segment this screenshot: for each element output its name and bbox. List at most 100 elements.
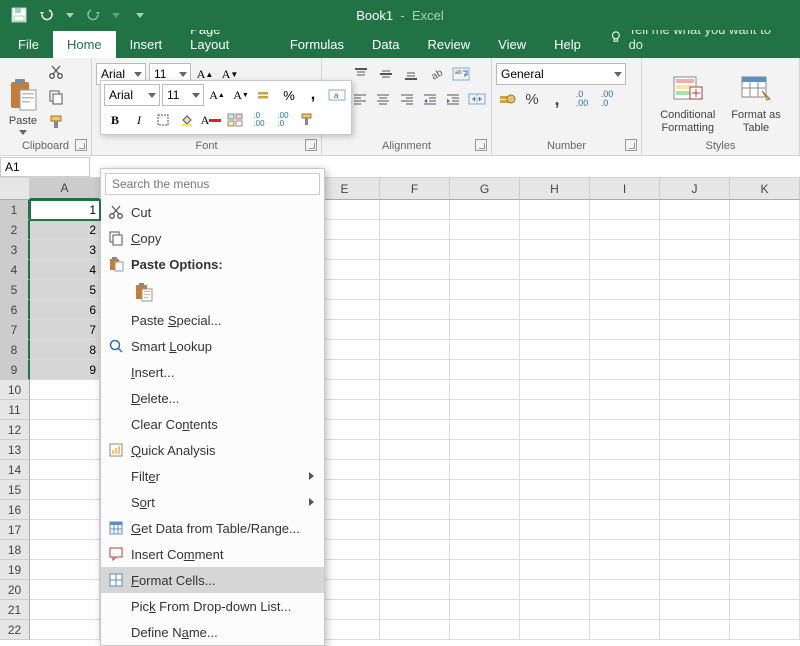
cell-K3[interactable] [730,240,800,260]
cell-I2[interactable] [590,220,660,240]
cell-F10[interactable] [380,380,450,400]
ctx-format-cells[interactable]: Format Cells... [101,567,324,593]
cell-A11[interactable] [30,400,100,420]
col-header-F[interactable]: F [380,178,450,200]
tab-insert[interactable]: Insert [116,31,177,58]
cell-I11[interactable] [590,400,660,420]
cell-F5[interactable] [380,280,450,300]
align-middle-button[interactable] [375,63,397,85]
cell-J12[interactable] [660,420,730,440]
cell-F16[interactable] [380,500,450,520]
cell-J18[interactable] [660,540,730,560]
cell-H22[interactable] [520,620,590,640]
cell-F4[interactable] [380,260,450,280]
ctx-copy[interactable]: Copy [101,225,324,251]
ctx-insert[interactable]: Insert... [101,359,324,385]
mini-font-color[interactable]: A [200,109,222,131]
cell-G21[interactable] [450,600,520,620]
cell-K11[interactable] [730,400,800,420]
cell-F6[interactable] [380,300,450,320]
cell-I3[interactable] [590,240,660,260]
cell-J8[interactable] [660,340,730,360]
cell-K19[interactable] [730,560,800,580]
col-header-K[interactable]: K [730,178,800,200]
wrap-text-button[interactable]: ab [450,63,472,85]
mini-cell-styles[interactable] [224,109,246,131]
cell-I22[interactable] [590,620,660,640]
cell-F1[interactable] [380,200,450,220]
cell-H21[interactable] [520,600,590,620]
cell-J5[interactable] [660,280,730,300]
cell-A2[interactable]: 2 [30,220,100,240]
cell-J11[interactable] [660,400,730,420]
alignment-dialog-launcher[interactable] [475,139,487,151]
mini-percent[interactable]: % [278,84,300,106]
percent-format-button[interactable]: % [521,88,543,110]
row-header-22[interactable]: 22 [0,620,30,640]
cell-K1[interactable] [730,200,800,220]
cell-K12[interactable] [730,420,800,440]
cell-I16[interactable] [590,500,660,520]
cell-A13[interactable] [30,440,100,460]
cell-I7[interactable] [590,320,660,340]
align-top-button[interactable] [350,63,372,85]
row-header-11[interactable]: 11 [0,400,30,420]
row-header-10[interactable]: 10 [0,380,30,400]
cell-A7[interactable]: 7 [30,320,100,340]
cell-G6[interactable] [450,300,520,320]
ctx-paste-default[interactable] [131,279,157,305]
cell-J9[interactable] [660,360,730,380]
cell-A1[interactable]: 1 [30,200,100,220]
cell-G17[interactable] [450,520,520,540]
orientation-button[interactable]: ab [425,63,447,85]
row-header-20[interactable]: 20 [0,580,30,600]
row-header-9[interactable]: 9 [0,360,30,380]
cell-G20[interactable] [450,580,520,600]
cell-H2[interactable] [520,220,590,240]
cell-J1[interactable] [660,200,730,220]
cell-H19[interactable] [520,560,590,580]
cell-A8[interactable]: 8 [30,340,100,360]
cell-A3[interactable]: 3 [30,240,100,260]
cell-G9[interactable] [450,360,520,380]
mini-fill-color[interactable] [176,109,198,131]
cell-G1[interactable] [450,200,520,220]
cell-F3[interactable] [380,240,450,260]
ctx-delete[interactable]: Delete... [101,385,324,411]
mini-accounting[interactable] [254,84,276,106]
cell-K13[interactable] [730,440,800,460]
cell-I21[interactable] [590,600,660,620]
ctx-quick-analysis[interactable]: Quick Analysis [101,437,324,463]
cell-J15[interactable] [660,480,730,500]
cell-A16[interactable] [30,500,100,520]
row-header-4[interactable]: 4 [0,260,30,280]
mini-font-name[interactable]: Arial [104,84,160,106]
cell-A9[interactable]: 9 [30,360,100,380]
cell-I13[interactable] [590,440,660,460]
cell-K21[interactable] [730,600,800,620]
copy-button[interactable] [45,86,67,108]
cell-K6[interactable] [730,300,800,320]
mini-bold[interactable]: B [104,109,126,131]
cell-A5[interactable]: 5 [30,280,100,300]
cell-G22[interactable] [450,620,520,640]
cell-H10[interactable] [520,380,590,400]
accounting-format-button[interactable] [496,88,518,110]
cell-H16[interactable] [520,500,590,520]
cell-K4[interactable] [730,260,800,280]
cell-G8[interactable] [450,340,520,360]
mini-format-painter[interactable] [296,109,318,131]
cell-A10[interactable] [30,380,100,400]
format-as-table-button[interactable]: Format as Table [727,61,785,137]
cell-F9[interactable] [380,360,450,380]
cell-I20[interactable] [590,580,660,600]
cell-K5[interactable] [730,280,800,300]
ctx-clear-contents[interactable]: Clear Contents [101,411,324,437]
align-center-button[interactable] [373,88,393,110]
row-header-17[interactable]: 17 [0,520,30,540]
cell-G4[interactable] [450,260,520,280]
mini-comma[interactable]: , [302,84,324,106]
format-painter-button[interactable] [45,111,67,133]
select-all-corner[interactable] [0,178,30,200]
cell-F13[interactable] [380,440,450,460]
